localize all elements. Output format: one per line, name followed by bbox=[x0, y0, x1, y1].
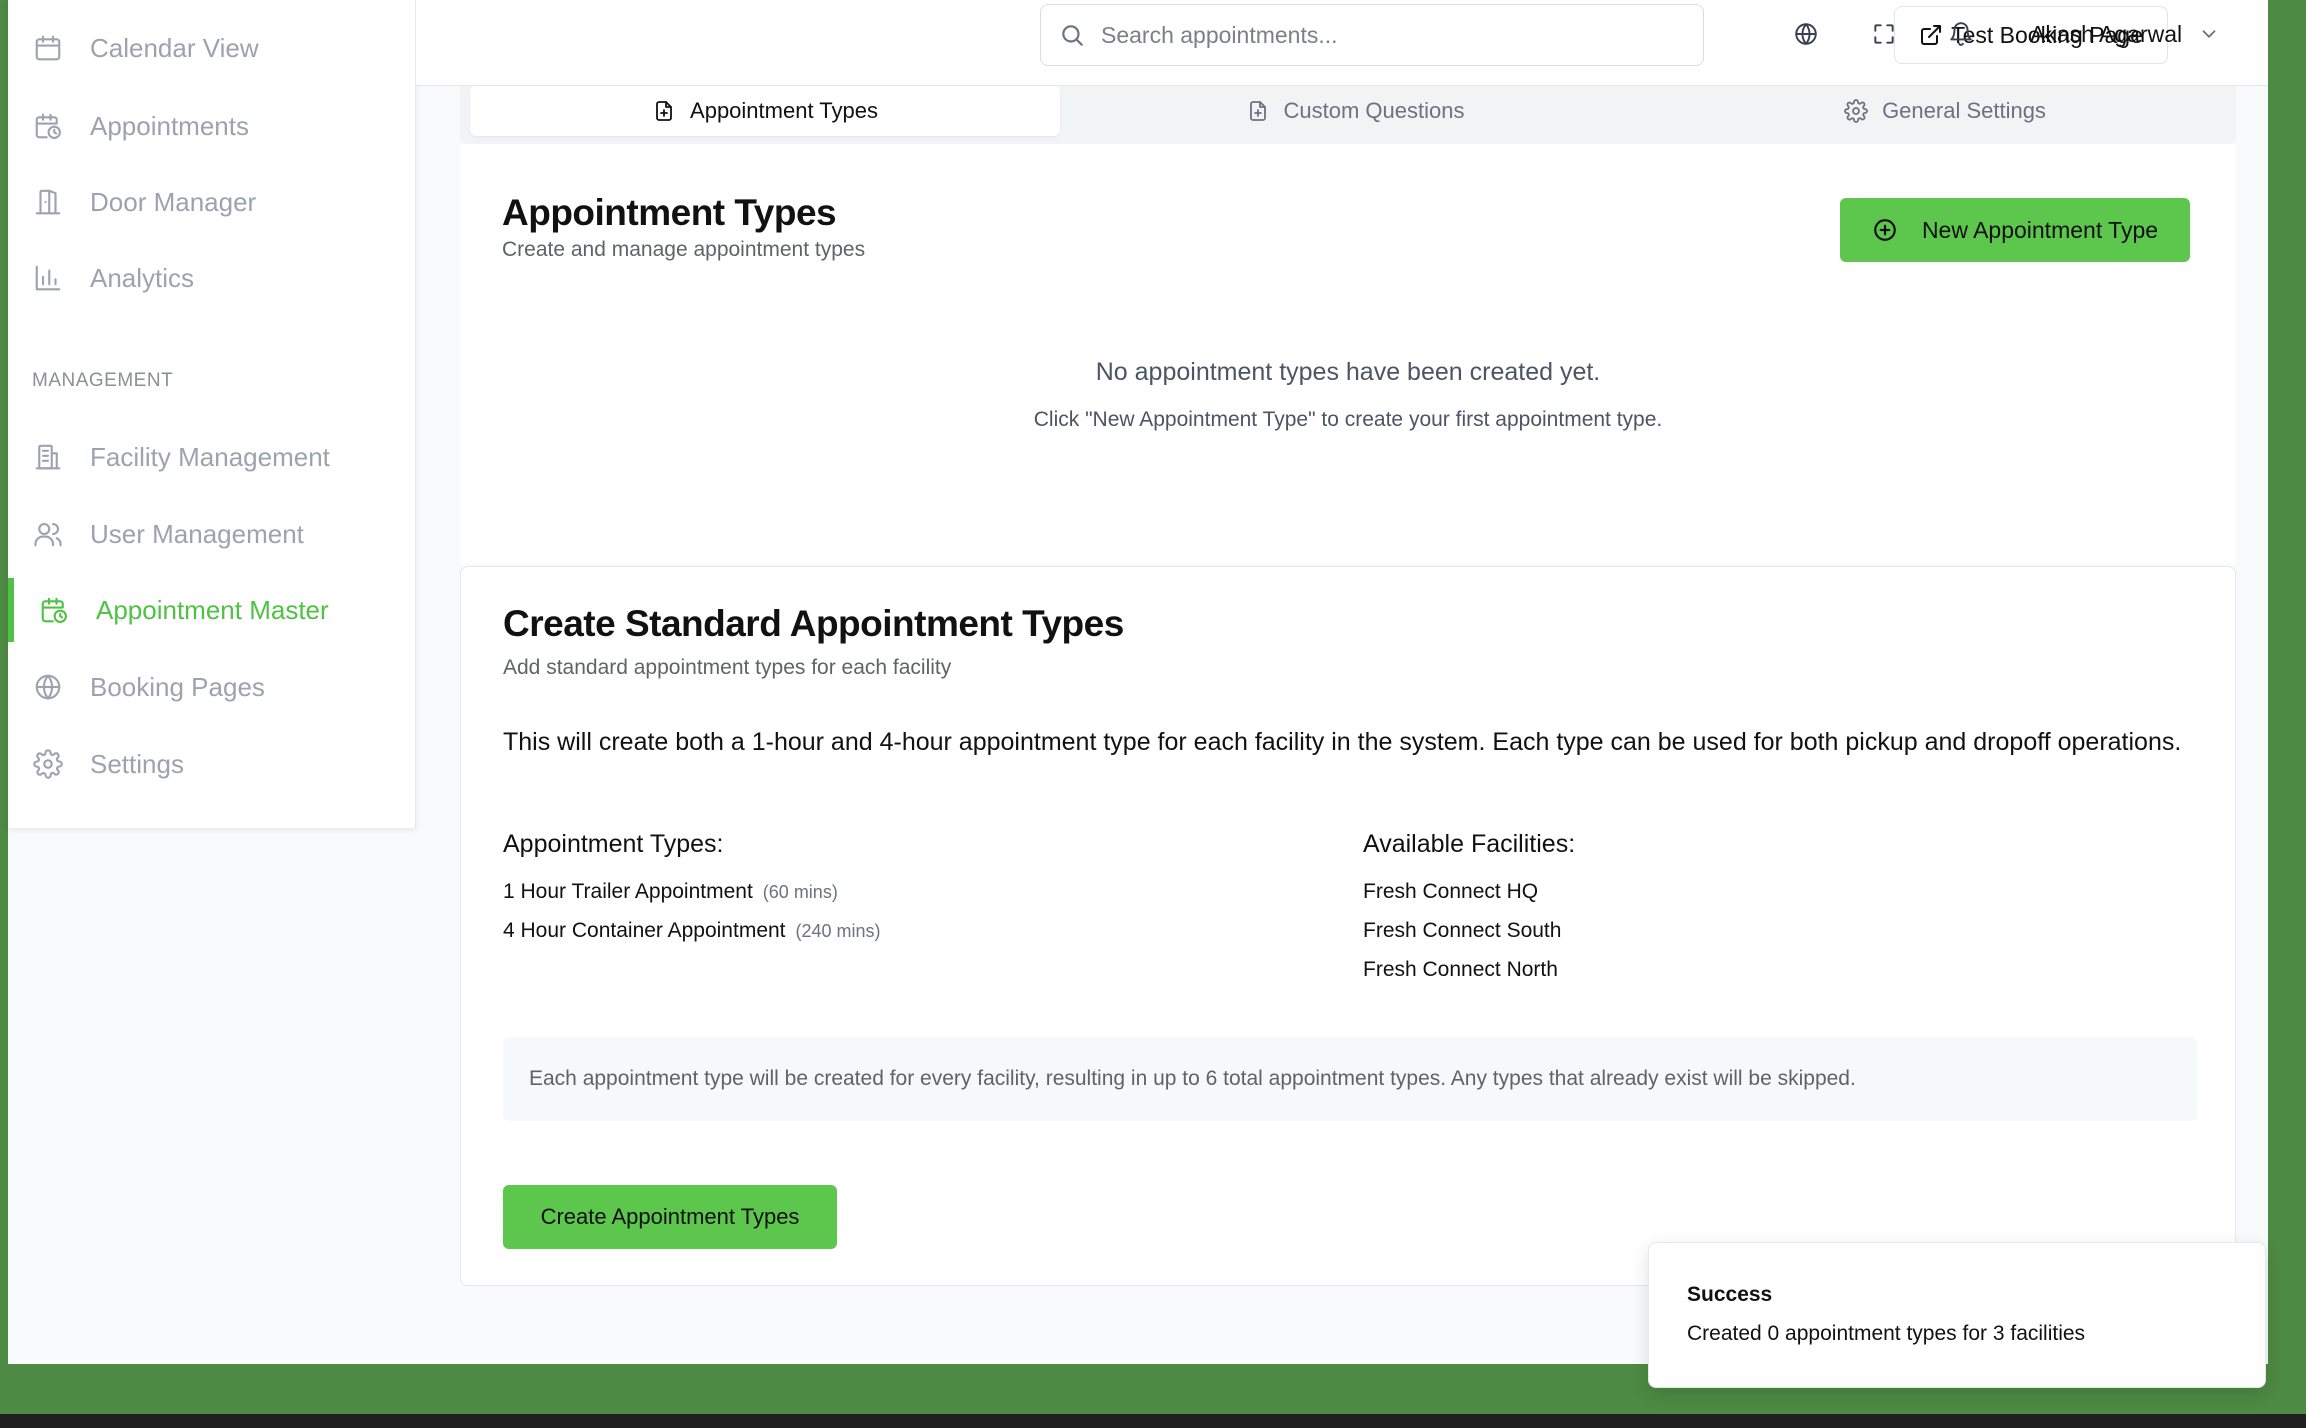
list-item: 1 Hour Trailer Appointment (60 mins) bbox=[503, 880, 838, 904]
users-icon bbox=[32, 518, 64, 550]
standard-card-subtitle: Add standard appointment types for each … bbox=[503, 656, 952, 679]
type-duration: (60 mins) bbox=[762, 882, 838, 902]
globe-icon[interactable] bbox=[1790, 18, 1822, 50]
page-subtitle: Create and manage appointment types bbox=[502, 238, 866, 261]
search-input[interactable] bbox=[1101, 21, 1661, 49]
standard-types-card: Create Standard Appointment Types Add st… bbox=[460, 566, 2236, 1286]
appointment-types-card: Appointment Types Create and manage appo… bbox=[460, 144, 2236, 564]
toast-message: Created 0 appointment types for 3 facili… bbox=[1687, 1322, 2086, 1345]
sidebar-item-analytics[interactable]: Analytics bbox=[8, 246, 416, 310]
building-icon bbox=[32, 441, 64, 473]
search-box[interactable] bbox=[1040, 4, 1704, 66]
file-plus-icon bbox=[1249, 101, 1266, 121]
sidebar-item-label: Settings bbox=[90, 748, 184, 779]
sidebar-item-appointment-master[interactable]: Appointment Master bbox=[8, 578, 416, 642]
sidebar-item-label: Appointment Master bbox=[96, 594, 329, 625]
bell-icon[interactable] bbox=[1945, 18, 1977, 50]
user-menu[interactable]: Akash Agarwal bbox=[2030, 16, 2220, 52]
user-name: Akash Agarwal bbox=[2030, 20, 2183, 47]
globe-icon bbox=[32, 671, 64, 703]
sidebar-section-management: MANAGEMENT bbox=[32, 370, 174, 391]
sidebar-item-user-management[interactable]: User Management bbox=[8, 502, 416, 566]
list-item: 4 Hour Container Appointment (240 mins) bbox=[503, 919, 881, 943]
chevron-down-icon bbox=[2202, 30, 2216, 39]
file-plus-icon bbox=[656, 101, 672, 121]
new-appointment-type-label: New Appointment Type bbox=[1921, 216, 2159, 243]
list-item: Fresh Connect North bbox=[1363, 958, 1558, 981]
tab-general-settings[interactable]: General Settings bbox=[1650, 86, 2240, 136]
sidebar-item-label: Calendar View bbox=[90, 32, 259, 63]
tab-label: Custom Questions bbox=[1283, 98, 1465, 123]
app-window: Calendar View Appointments Door Manager … bbox=[8, 0, 2268, 1364]
sidebar-item-calendar-view[interactable]: Calendar View bbox=[8, 16, 416, 80]
info-note: Each appointment type will be created fo… bbox=[503, 1037, 2197, 1121]
info-note-text: Each appointment type will be created fo… bbox=[529, 1067, 1856, 1090]
sidebar-item-booking-pages[interactable]: Booking Pages bbox=[8, 655, 416, 719]
taskbar-strip bbox=[0, 1414, 2306, 1428]
sidebar-item-label: Facility Management bbox=[90, 441, 330, 472]
sidebar: Calendar View Appointments Door Manager … bbox=[8, 0, 416, 828]
type-name: 4 Hour Container Appointment bbox=[503, 919, 786, 942]
create-appointment-types-label: Create Appointment Types bbox=[540, 1204, 800, 1229]
success-toast[interactable]: Success Created 0 appointment types for … bbox=[1648, 1242, 2266, 1388]
calendar-icon bbox=[32, 32, 64, 64]
empty-state-subtitle: Click "New Appointment Type" to create y… bbox=[1033, 408, 1663, 431]
tab-custom-questions[interactable]: Custom Questions bbox=[1060, 86, 1650, 136]
sidebar-item-label: Booking Pages bbox=[90, 671, 265, 702]
sidebar-item-settings[interactable]: Settings bbox=[8, 732, 416, 796]
facilities-heading: Available Facilities: bbox=[1363, 830, 1576, 858]
gear-icon bbox=[1844, 99, 1868, 123]
tab-appointment-types[interactable]: Appointment Types bbox=[470, 86, 1060, 136]
external-link-icon bbox=[1921, 25, 1942, 45]
type-name: 1 Hour Trailer Appointment bbox=[503, 880, 753, 903]
tab-label: Appointment Types bbox=[690, 98, 878, 123]
standard-card-title: Create Standard Appointment Types bbox=[503, 603, 1124, 644]
sidebar-item-appointments[interactable]: Appointments bbox=[8, 94, 416, 158]
sidebar-item-label: Analytics bbox=[90, 262, 195, 293]
sidebar-item-label: Door Manager bbox=[90, 186, 257, 217]
search-icon bbox=[1062, 25, 1083, 46]
list-item: Fresh Connect South bbox=[1363, 919, 1562, 942]
plus-circle-icon bbox=[1874, 219, 1896, 241]
appointment-types-heading: Appointment Types: bbox=[503, 830, 724, 858]
sidebar-item-label: Appointments bbox=[90, 110, 249, 141]
calendar-clock-icon bbox=[38, 594, 70, 626]
sidebar-item-facility-management[interactable]: Facility Management bbox=[8, 425, 416, 489]
standard-card-description: This will create both a 1-hour and 4-hou… bbox=[503, 728, 2182, 756]
door-icon bbox=[32, 186, 64, 218]
empty-state-title: No appointment types have been created y… bbox=[1095, 358, 1601, 386]
create-appointment-types-button[interactable]: Create Appointment Types bbox=[503, 1185, 837, 1249]
toast-title: Success bbox=[1687, 1283, 1773, 1306]
fullscreen-icon[interactable] bbox=[1868, 18, 1900, 50]
sidebar-item-door-manager[interactable]: Door Manager bbox=[8, 170, 416, 234]
new-appointment-type-button[interactable]: New Appointment Type bbox=[1840, 198, 2190, 262]
page-title: Appointment Types bbox=[502, 192, 837, 233]
gear-icon bbox=[32, 748, 64, 780]
list-item: Fresh Connect HQ bbox=[1363, 880, 1539, 903]
tab-label: General Settings bbox=[1882, 98, 2046, 123]
tab-bar: Appointment Types Custom Questions Gener… bbox=[460, 86, 2236, 144]
window-background bbox=[2268, 0, 2306, 1414]
sidebar-item-label: User Management bbox=[90, 518, 304, 549]
top-header: Test Booking Page Akash Agarwal bbox=[416, 0, 2268, 86]
type-duration: (240 mins) bbox=[795, 921, 881, 941]
calendar-clock-icon bbox=[32, 110, 64, 142]
bar-chart-icon bbox=[32, 262, 64, 294]
